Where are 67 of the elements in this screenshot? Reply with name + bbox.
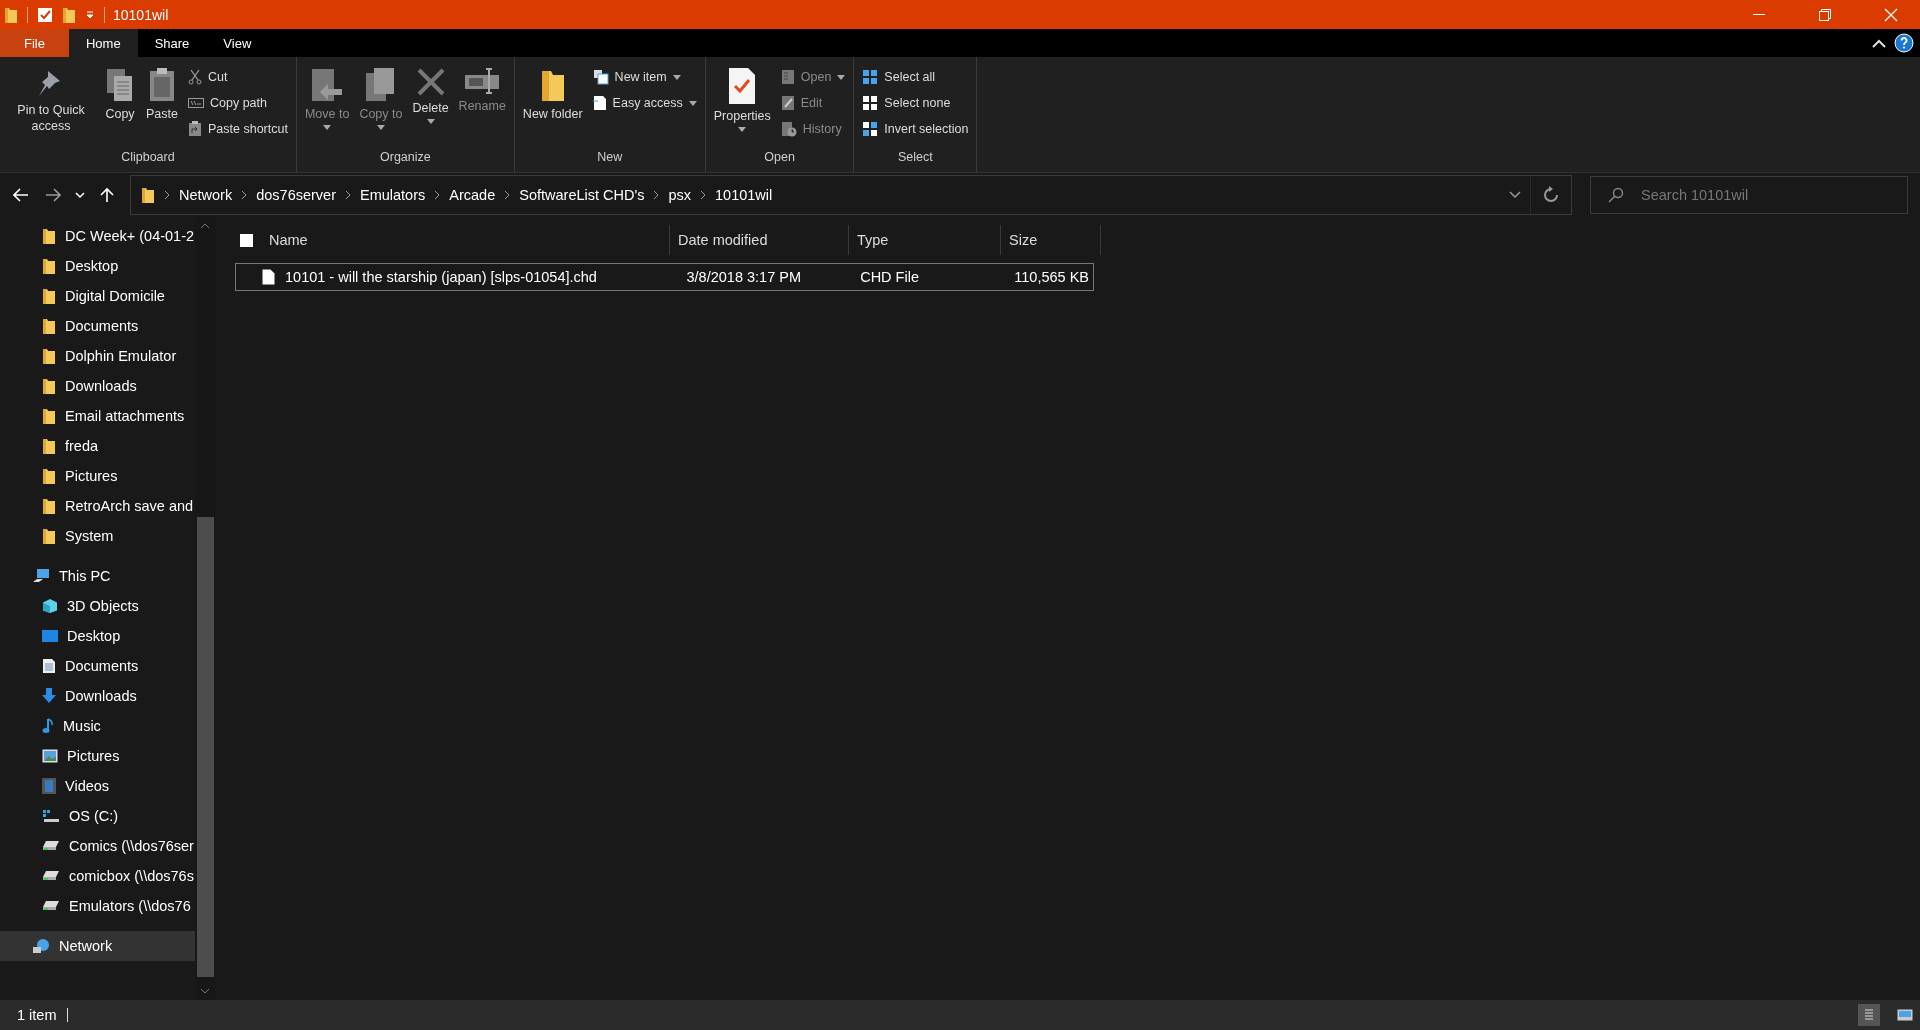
ribbon-button[interactable]: New folder [518,61,587,150]
sidebar-item[interactable]: Desktop [0,621,195,651]
status-text: 1 item [17,1007,57,1023]
sidebar-item[interactable]: freda [0,431,195,461]
breadcrumb[interactable]: Network [179,187,233,203]
sidebar-item[interactable]: Dolphin Emulator [0,341,195,371]
ribbon-button[interactable]: Properties [709,61,775,150]
sidebar-item[interactable]: Digital Domicile [0,281,195,311]
type-cell-text: CHD File [859,269,920,285]
sidebar-item[interactable]: Documents [0,651,195,681]
sidebar-item[interactable]: Comics (\\dos76ser [0,831,195,861]
ribbon-button[interactable]: Delete [408,61,453,150]
size-cell-text: 110,565 KB [1013,269,1090,285]
ribbon-button[interactable]: Select none [862,93,969,113]
file-name: 10101 - will the starship (japan) [slps-01054].chd [285,269,597,285]
sidebar-item[interactable]: Desktop [0,251,195,281]
ribbon-button[interactable]: Paste [142,61,182,150]
ribbon-tab[interactable]: Home [68,29,138,57]
breadcrumb[interactable]: Arcade [449,187,496,203]
column-header[interactable]: Date modified [670,225,849,255]
window-title: 10101wil [113,6,170,23]
ribbon-button[interactable]: Cut [188,67,288,87]
file-row[interactable]: 10101 - will the starship (japan) [slps-01054].chd 3/8/2018 3:17 PM CHD File 110,565 KB [235,263,1094,291]
ribbon-button[interactable]: Easy access [592,93,697,113]
sidebar-item[interactable]: System [0,521,195,551]
breadcrumb[interactable]: psx [668,187,692,203]
group-label: Open [763,150,796,166]
group-label: Clipboard [120,150,176,166]
sidebar-item[interactable]: DC Week+ (04-01-2 [0,221,195,251]
ribbon-tab[interactable]: Share [137,29,207,57]
column-header[interactable]: Type [849,225,1001,255]
ribbon-button[interactable]: New item [592,67,697,87]
ribbon-button[interactable]: Select all [862,67,969,87]
ribbon-button[interactable]: Copy [100,61,140,150]
sidebar-item[interactable]: Videos [0,771,195,801]
ribbon-tab[interactable]: File [0,29,69,57]
sidebar-item[interactable]: Network [0,931,195,961]
sidebar-item[interactable]: Music [0,711,195,741]
ribbon-button[interactable]: Invert selection [862,119,969,139]
breadcrumb[interactable]: 10101wil [715,187,773,203]
group-label: New [596,150,624,166]
sidebar-item[interactable]: comicbox (\\dos76s [0,861,195,891]
column-header[interactable]: Name [261,225,670,255]
ribbon-tab[interactable]: View [206,29,269,57]
breadcrumb[interactable]: SoftwareList CHD's [519,187,645,203]
sidebar-item[interactable]: Downloads [0,681,195,711]
breadcrumb[interactable]: Emulators [360,187,426,203]
sidebar-item[interactable]: Emulators (\\dos76 [0,891,195,921]
ribbon-button[interactable]: Copy path [188,93,288,113]
group-label: Select [897,150,934,166]
sidebar-item[interactable]: OS (C:) [0,801,195,831]
sidebar-item[interactable]: Documents [0,311,195,341]
date-cell-text: 3/8/2018 3:17 PM [685,269,802,285]
group-label: Organize [379,150,432,166]
sidebar-item[interactable]: 3D Objects [0,591,195,621]
sidebar-item[interactable]: RetroArch save and [0,491,195,521]
address-bar[interactable]: Network dos76server Emulators Arcade SoftwareList CHD's psx 10101wil [130,175,1572,215]
sidebar-item[interactable]: This PC [0,561,195,591]
breadcrumb[interactable]: dos76server [256,187,336,203]
sidebar-item[interactable]: Pictures [0,461,195,491]
sidebar-item[interactable]: Pictures [0,741,195,771]
sidebar-item[interactable]: Email attachments [0,401,195,431]
sidebar-item[interactable]: Downloads [0,371,195,401]
column-header[interactable]: Size [1001,225,1101,255]
ribbon-button[interactable]: Pin to Quick access [4,61,98,150]
ribbon-button[interactable]: Paste shortcut [188,119,288,139]
search-field[interactable]: Search 10101wil [1590,176,1908,214]
